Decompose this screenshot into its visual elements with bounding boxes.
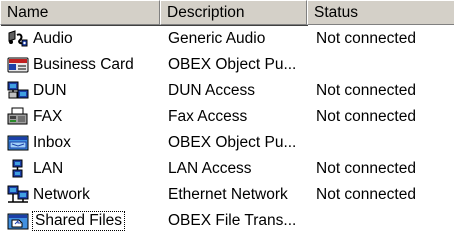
network-icon xyxy=(6,185,30,205)
inbox-icon xyxy=(6,133,30,153)
status-cell: Not connected xyxy=(316,186,416,203)
row-name: Shared Files xyxy=(31,211,126,231)
name-cell: DUN xyxy=(0,81,160,101)
list-body: Audio Generic Audio Not connected Busine… xyxy=(0,26,454,234)
description-cell: DUN Access xyxy=(168,82,255,99)
status-cell: Not connected xyxy=(316,108,416,125)
business-card-icon xyxy=(6,55,30,75)
row-name: LAN xyxy=(33,160,64,177)
column-header-description[interactable]: Description xyxy=(160,0,307,25)
fax-icon xyxy=(6,107,30,127)
list-row-dun[interactable]: DUN DUN Access Not connected xyxy=(0,78,454,104)
description-cell: Ethernet Network xyxy=(168,186,288,203)
description-cell: OBEX Object Pu... xyxy=(168,134,297,151)
audio-service-icon xyxy=(6,29,30,49)
list-row-shared-files[interactable]: Shared Files OBEX File Trans... xyxy=(0,208,454,234)
name-cell: Audio xyxy=(0,29,160,49)
list-row-network[interactable]: Network Ethernet Network Not connected xyxy=(0,182,454,208)
row-name: Network xyxy=(33,186,90,203)
column-header-name[interactable]: Name xyxy=(0,0,160,25)
shared-files-icon xyxy=(6,211,30,231)
name-cell: LAN xyxy=(0,159,160,179)
lan-icon xyxy=(6,159,30,179)
description-cell: Fax Access xyxy=(168,108,248,125)
name-cell: Network xyxy=(0,185,160,205)
status-cell: Not connected xyxy=(316,160,416,177)
list-row-audio[interactable]: Audio Generic Audio Not connected xyxy=(0,26,454,52)
row-name: Audio xyxy=(33,30,73,47)
description-cell: LAN Access xyxy=(168,160,252,177)
row-name: DUN xyxy=(33,82,67,99)
name-cell: Shared Files xyxy=(0,211,160,231)
status-cell: Not connected xyxy=(316,30,416,47)
row-name: Business Card xyxy=(33,56,134,73)
name-cell: FAX xyxy=(0,107,160,127)
list-row-inbox[interactable]: Inbox OBEX Object Pu... xyxy=(0,130,454,156)
description-cell: Generic Audio xyxy=(168,30,266,47)
row-name: FAX xyxy=(33,108,63,125)
name-cell: Business Card xyxy=(0,55,160,75)
row-name: Inbox xyxy=(33,134,71,151)
status-cell: Not connected xyxy=(316,82,416,99)
column-header-status[interactable]: Status xyxy=(307,0,454,25)
list-header: Name Description Status xyxy=(0,0,454,25)
services-list-view[interactable]: Name Description Status Audio Generic Au… xyxy=(0,0,454,240)
name-cell: Inbox xyxy=(0,133,160,153)
list-row-lan[interactable]: LAN LAN Access Not connected xyxy=(0,156,454,182)
list-row-fax[interactable]: FAX Fax Access Not connected xyxy=(0,104,454,130)
dun-network-icon xyxy=(6,81,30,101)
description-cell: OBEX Object Pu... xyxy=(168,56,297,73)
description-cell: OBEX File Trans... xyxy=(168,212,297,229)
list-row-business-card[interactable]: Business Card OBEX Object Pu... xyxy=(0,52,454,78)
